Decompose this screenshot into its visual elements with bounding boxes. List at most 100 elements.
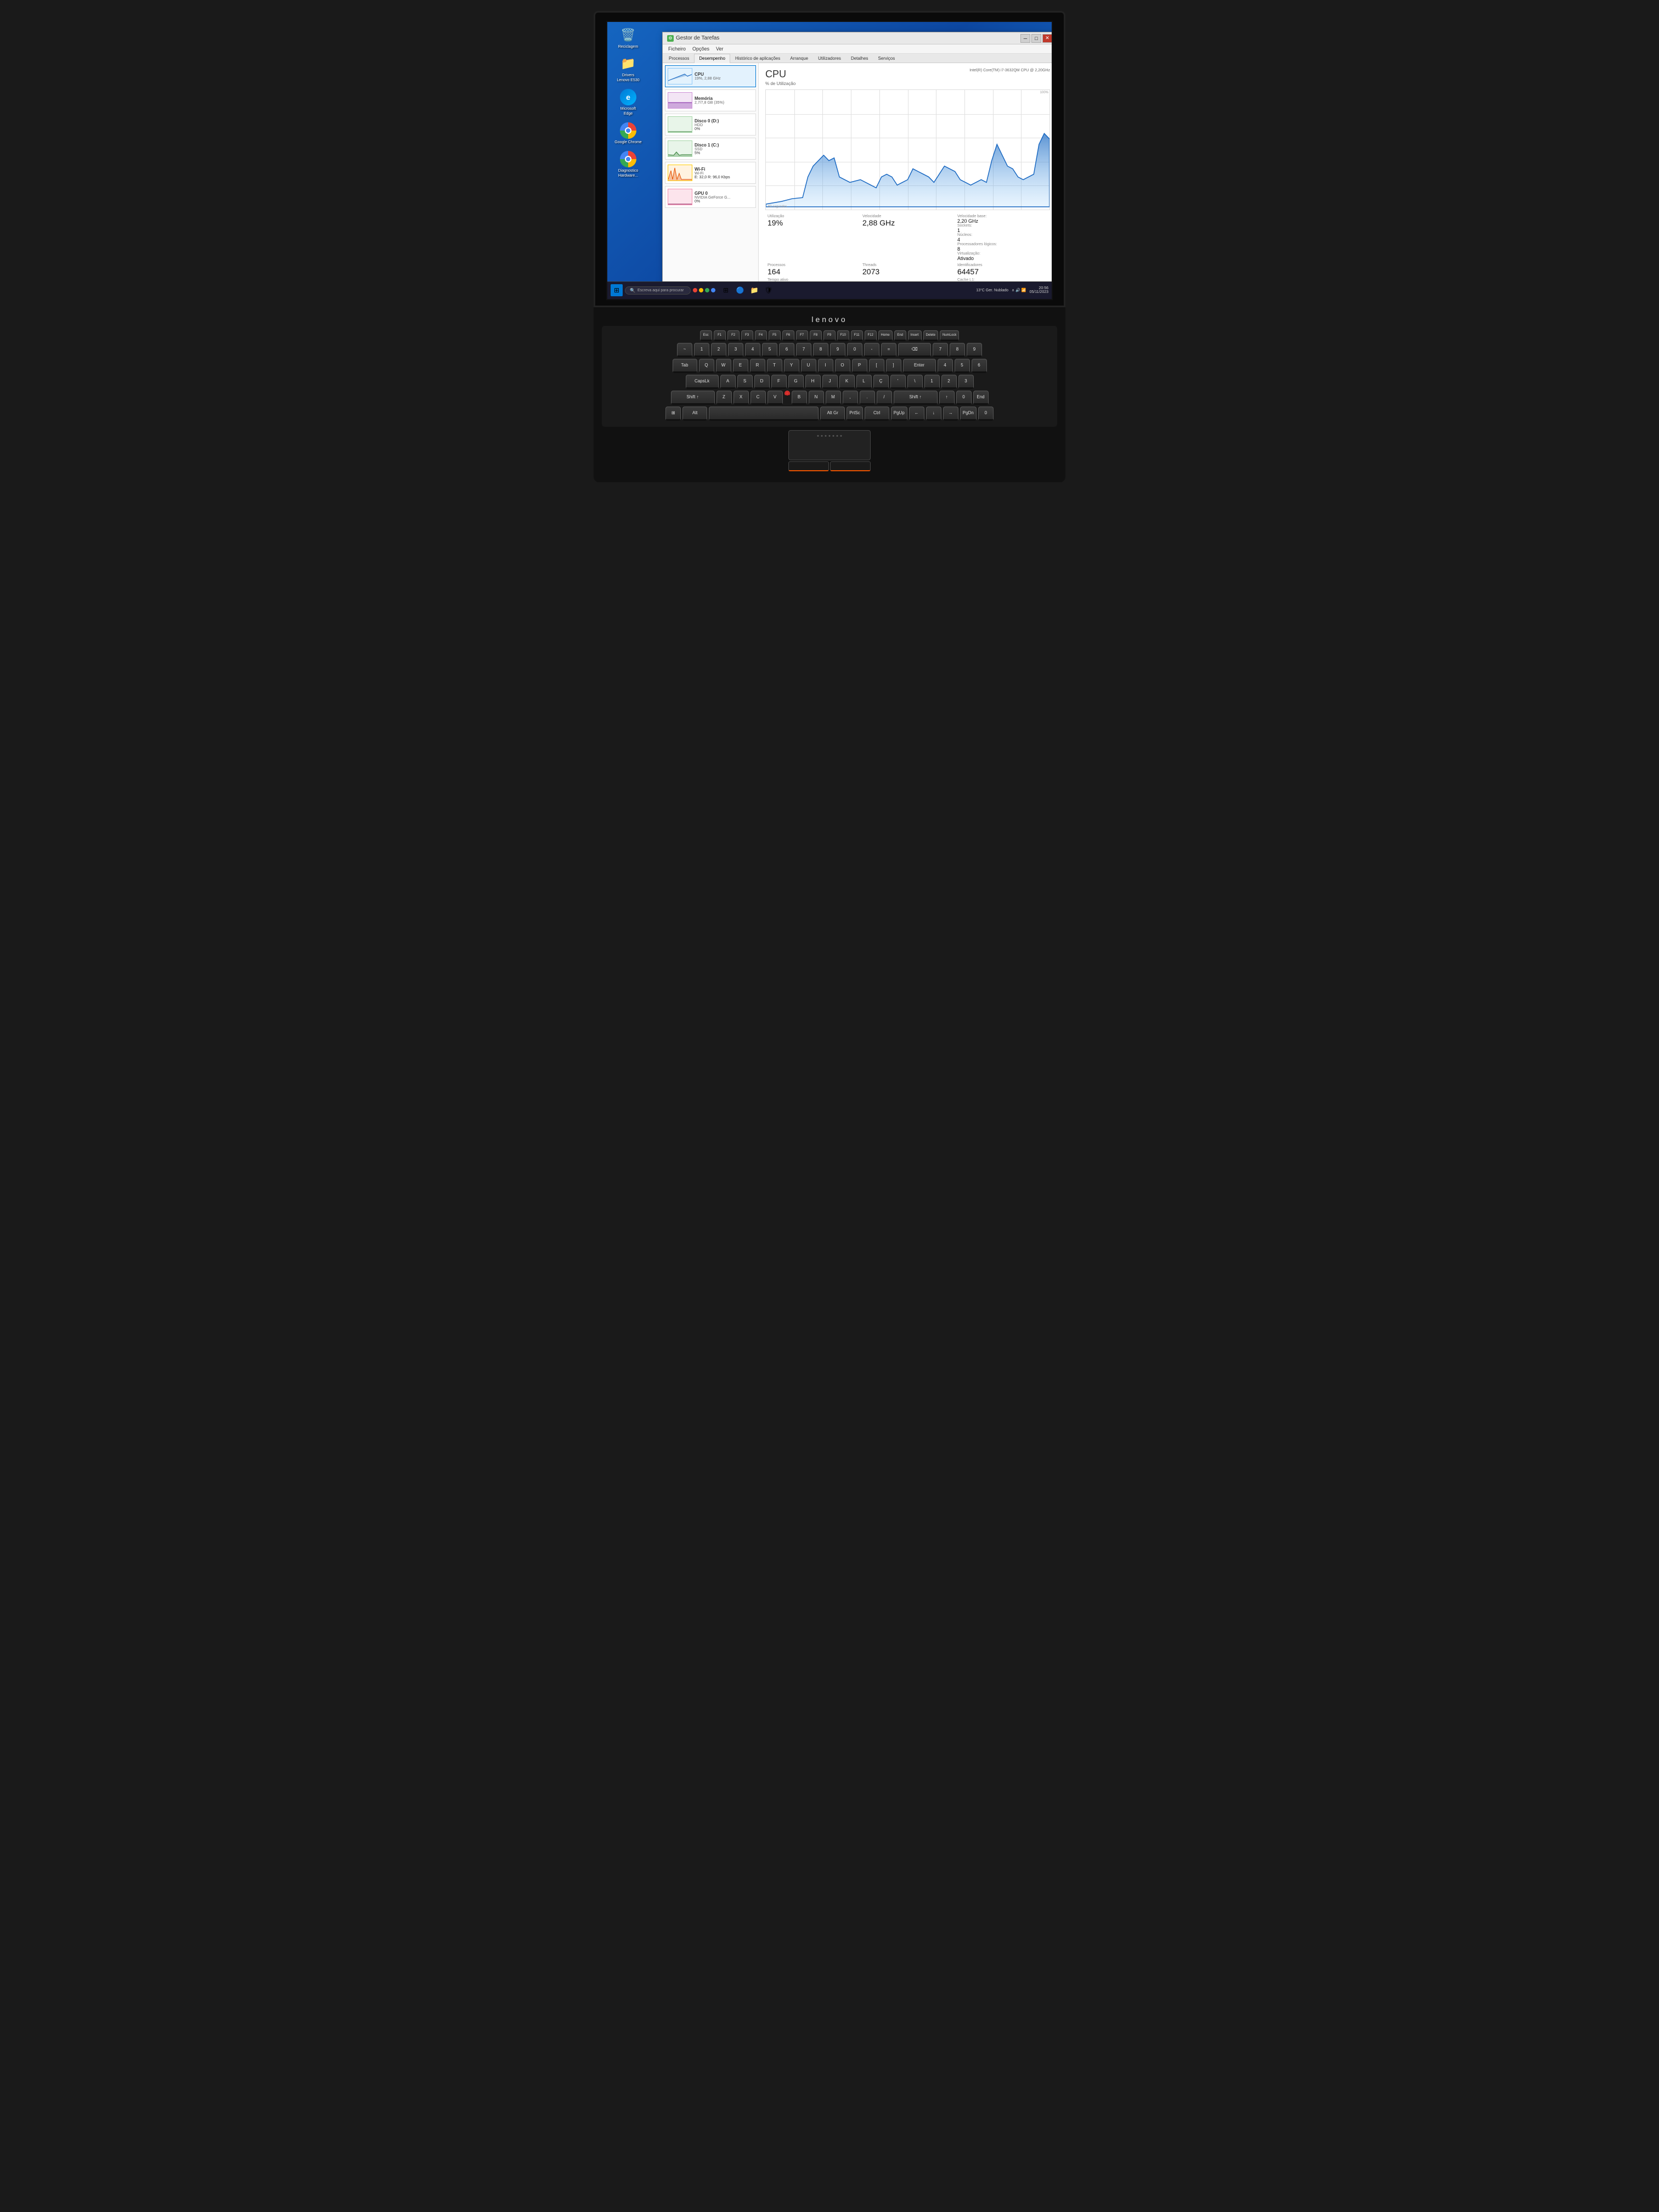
key-v[interactable]: V [768, 391, 783, 405]
taskbar-search[interactable]: 🔍 Escreva aqui para procurar [625, 286, 691, 295]
perf-item-disco1[interactable]: Disco 1 (C:) SSD 5% [665, 138, 756, 160]
key-rshift[interactable]: Shift ↑ [894, 391, 938, 405]
trackpoint-button[interactable] [785, 391, 790, 396]
key-delete[interactable]: Delete [923, 330, 938, 341]
key-f1[interactable]: F1 [714, 330, 726, 341]
key-esc[interactable]: Esc [700, 330, 712, 341]
perf-item-wifi[interactable]: Wi-Fi Wi-Fi E: 32,0 R: 96,0 Kbps [665, 162, 756, 184]
perf-item-disco0[interactable]: Disco 0 (D:) HDD 0% [665, 114, 756, 136]
key-w[interactable]: W [716, 359, 731, 373]
key-num0-main[interactable]: 0 [978, 407, 994, 421]
key-num0[interactable]: 0 [956, 391, 972, 405]
key-f5[interactable]: F5 [769, 330, 781, 341]
key-z[interactable]: Z [716, 391, 732, 405]
key-down[interactable]: ↓ [926, 407, 941, 421]
key-0[interactable]: 0 [847, 343, 862, 357]
taskbar-icon-3[interactable]: 📁 [748, 284, 760, 296]
tab-detalhes[interactable]: Detalhes [846, 54, 873, 63]
key-f12[interactable]: F12 [865, 330, 877, 341]
key-num4[interactable]: 4 [938, 359, 953, 373]
key-num2[interactable]: 2 [941, 375, 957, 389]
key-minus[interactable]: - [864, 343, 879, 357]
key-numlock[interactable]: NumLock [940, 330, 959, 341]
key-num5[interactable]: 5 [955, 359, 970, 373]
key-enter[interactable]: Enter [903, 359, 936, 373]
key-tab[interactable]: Tab [673, 359, 697, 373]
key-f8[interactable]: F8 [810, 330, 822, 341]
taskbar-icon-1[interactable]: ⊞ [720, 284, 732, 296]
key-lshift[interactable]: Shift ↑ [671, 391, 715, 405]
key-d[interactable]: D [754, 375, 770, 389]
key-insert[interactable]: Insert [908, 330, 922, 341]
key-ctrl[interactable]: Ctrl [865, 407, 889, 421]
key-period[interactable]: . [860, 391, 875, 405]
key-f2[interactable]: F2 [727, 330, 740, 341]
key-f11[interactable]: F11 [851, 330, 863, 341]
key-capslock[interactable]: CapsLk [686, 375, 719, 389]
key-rbracket[interactable]: ] [886, 359, 901, 373]
key-a[interactable]: A [720, 375, 736, 389]
key-backslash[interactable]: \ [907, 375, 923, 389]
key-q[interactable]: Q [699, 359, 714, 373]
key-f9[interactable]: F9 [823, 330, 836, 341]
key-backtick[interactable]: ~ [677, 343, 692, 357]
key-num6[interactable]: 6 [972, 359, 987, 373]
taskbar-icon-4[interactable]: 🛡 [763, 284, 775, 296]
key-f10[interactable]: F10 [837, 330, 849, 341]
menu-ver[interactable]: Ver [713, 46, 727, 52]
key-num1[interactable]: 1 [924, 375, 940, 389]
key-slash[interactable]: / [877, 391, 892, 405]
tab-servicos[interactable]: Serviços [873, 54, 900, 63]
start-button[interactable]: ⊞ [611, 284, 623, 296]
key-num9[interactable]: 9 [967, 343, 982, 357]
key-alt[interactable]: Alt [682, 407, 707, 421]
close-button[interactable]: ✕ [1042, 34, 1052, 43]
key-end-num[interactable]: End [973, 391, 989, 405]
desktop-icon-recycle[interactable]: 🗑️ Reciclagem [612, 26, 645, 49]
minimize-button[interactable]: ─ [1020, 34, 1030, 43]
key-i[interactable]: I [818, 359, 833, 373]
menu-opcoes[interactable]: Opções [689, 46, 713, 52]
tab-historico[interactable]: Histórico de aplicações [730, 54, 785, 63]
trackpad-right-btn[interactable] [830, 461, 871, 471]
key-2[interactable]: 2 [711, 343, 726, 357]
key-win[interactable]: ⊞ [665, 407, 681, 421]
maximize-button[interactable]: □ [1031, 34, 1041, 43]
key-equals[interactable]: = [881, 343, 896, 357]
key-h[interactable]: H [805, 375, 821, 389]
key-3[interactable]: 3 [728, 343, 743, 357]
key-n[interactable]: N [809, 391, 824, 405]
key-right[interactable]: → [943, 407, 958, 421]
key-f4[interactable]: F4 [755, 330, 767, 341]
key-up[interactable]: ↑ [939, 391, 955, 405]
key-comma[interactable]: , [843, 391, 858, 405]
key-pgup[interactable]: PgUp [891, 407, 907, 421]
key-altgr[interactable]: Alt Gr [820, 407, 845, 421]
key-f3[interactable]: F3 [741, 330, 753, 341]
key-y[interactable]: Y [784, 359, 799, 373]
key-1[interactable]: 1 [694, 343, 709, 357]
key-u[interactable]: U [801, 359, 816, 373]
perf-item-memoria[interactable]: Memória 2,7/7,8 GB (35%) [665, 89, 756, 111]
key-f[interactable]: F [771, 375, 787, 389]
menu-ficheiro[interactable]: Ficheiro [665, 46, 689, 52]
tab-utilizadores[interactable]: Utilizadores [813, 54, 846, 63]
desktop-icon-drivers[interactable]: 📁 DriversLenovo E530 [612, 55, 645, 83]
key-num8[interactable]: 8 [950, 343, 965, 357]
key-r[interactable]: R [750, 359, 765, 373]
key-left[interactable]: ← [909, 407, 924, 421]
key-lbracket[interactable]: [ [869, 359, 884, 373]
tab-processos[interactable]: Processos [664, 54, 694, 63]
key-o[interactable]: O [835, 359, 850, 373]
key-pgdn[interactable]: PgDn [960, 407, 977, 421]
key-9[interactable]: 9 [830, 343, 845, 357]
key-s[interactable]: S [737, 375, 753, 389]
key-e[interactable]: E [733, 359, 748, 373]
perf-item-gpu[interactable]: GPU 0 NVIDIA GeForce G... 0% [665, 186, 756, 208]
tab-desempenho[interactable]: Desempenho [694, 54, 730, 63]
key-l[interactable]: L [856, 375, 872, 389]
key-prtsc[interactable]: PrtSc [847, 407, 863, 421]
key-4[interactable]: 4 [745, 343, 760, 357]
key-end[interactable]: End [894, 330, 906, 341]
taskbar-icon-2[interactable]: 🔵 [734, 284, 746, 296]
